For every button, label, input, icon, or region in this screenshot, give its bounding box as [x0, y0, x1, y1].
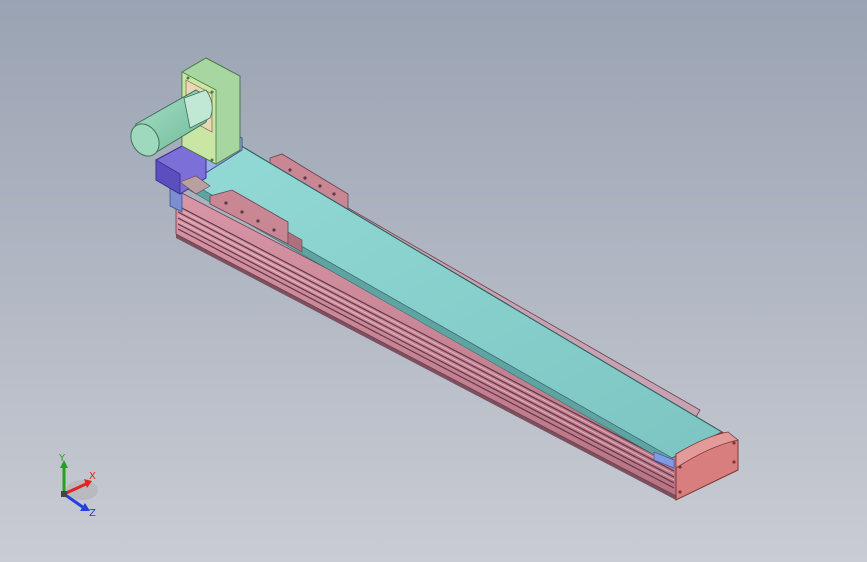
triad-z-label: Z — [89, 508, 96, 519]
triad-y-label: Y — [58, 453, 66, 464]
cad-viewport[interactable]: Y X Z — [0, 0, 867, 562]
triad-x-label: X — [89, 471, 96, 482]
triad-origin — [61, 491, 67, 497]
model-canvas[interactable]: Y X Z — [0, 0, 867, 562]
